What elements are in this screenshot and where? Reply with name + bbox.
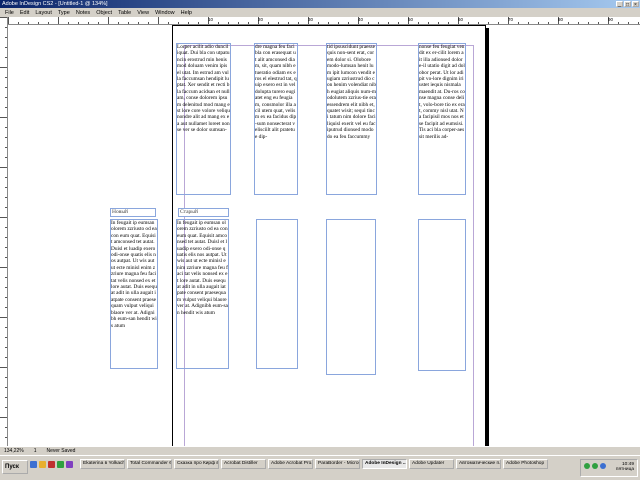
maximize-button[interactable]: □ <box>624 1 631 8</box>
ruler-label: 50 <box>408 17 414 22</box>
menu-edit[interactable]: Edit <box>19 10 30 16</box>
ruler-tick <box>0 17 7 18</box>
tray-icon-sound[interactable] <box>592 463 598 469</box>
taskbar-button[interactable]: Adobe InDesign ... <box>362 459 407 469</box>
ruler-tick <box>0 217 7 218</box>
ruler-tick <box>0 67 7 68</box>
ruler-tick <box>108 17 109 24</box>
ruler-tick <box>0 417 7 418</box>
taskbar-button[interactable]: Автоматические п... <box>456 459 501 469</box>
app-icon-3[interactable] <box>66 461 73 468</box>
minimize-button[interactable]: _ <box>616 1 623 8</box>
taskbar-button[interactable]: Adobe Updater <box>409 459 454 469</box>
label-old[interactable]: Старый <box>178 208 229 217</box>
menu-window[interactable]: Window <box>154 10 176 16</box>
text-frame-column-3[interactable]: tid ipsuscidunt praessequis non-sent era… <box>326 43 377 195</box>
menu-help[interactable]: Help <box>180 10 193 16</box>
system-tray: 10:49 пятница <box>580 459 638 477</box>
taskbar-button[interactable]: Adobe Acrobat Pro... <box>268 459 313 469</box>
document-workspace[interactable]: Lorper acilit adio duncil iquat. Dui bla… <box>8 25 640 463</box>
label-new[interactable]: Новый <box>110 208 156 217</box>
tray-icon-network[interactable] <box>584 463 590 469</box>
text-frame-new[interactable]: In feugait ip eumsan olorem zzriusto od … <box>110 219 158 369</box>
taskbar-button[interactable]: ParaBorder - Micros... <box>315 459 360 469</box>
save-status: Never Saved <box>46 448 76 454</box>
window-title: Adobe InDesign CS2 - [Untitled-1 @ 134%] <box>2 1 108 7</box>
text-frame-column-2[interactable]: dre magna feu faci bla con erasequat ut … <box>254 43 298 195</box>
app-icon[interactable] <box>48 461 55 468</box>
text-frame-column-4[interactable]: nonse feu feugiat vendit ex er-cilit lor… <box>418 43 466 195</box>
ruler-tick <box>0 167 7 168</box>
window-titlebar: Adobe InDesign CS2 - [Untitled-1 @ 134%]… <box>0 0 640 8</box>
taskbar-button[interactable]: Total Commander 6... <box>127 459 172 469</box>
menu-notes[interactable]: Notes <box>75 10 91 16</box>
menu-layout[interactable]: Layout <box>34 10 53 16</box>
ruler-tick <box>158 17 159 24</box>
taskbar-button[interactable]: Adobe Photoshop <box>503 459 548 469</box>
ruler-label: 60 <box>458 17 464 22</box>
ruler-tick <box>0 117 7 118</box>
quick-launch <box>30 461 73 468</box>
ruler-label: 90 <box>608 17 614 22</box>
ruler-tick <box>0 267 7 268</box>
windows-taskbar: Пуск Ekaterina в Yolkach... Total Command… <box>0 455 640 480</box>
tray-icon-lang[interactable] <box>600 463 606 469</box>
ie-icon[interactable] <box>30 461 37 468</box>
task-list: Ekaterina в Yolkach... Total Commander 6.… <box>80 459 550 469</box>
vertical-ruler[interactable] <box>0 17 8 463</box>
empty-frame-3[interactable] <box>326 219 376 375</box>
ruler-label: 30 <box>308 17 314 22</box>
menu-view[interactable]: View <box>136 10 150 16</box>
app-icon-2[interactable] <box>57 461 64 468</box>
ruler-tick <box>0 367 7 368</box>
ruler-label: 10 <box>208 17 214 22</box>
menu-file[interactable]: File <box>4 10 15 16</box>
empty-frame-2[interactable] <box>256 219 298 369</box>
ruler-label: 70 <box>508 17 514 22</box>
folder-icon[interactable] <box>39 461 46 468</box>
text-frame-old[interactable]: In feugait ip eumsan olorem zzriusto od … <box>176 219 229 369</box>
horizontal-ruler[interactable]: 102030405060708090100110 <box>8 17 640 25</box>
ruler-tick <box>0 317 7 318</box>
status-bar: 134,22% 1 Never Saved <box>0 446 640 455</box>
menu-object[interactable]: Object <box>95 10 113 16</box>
menu-type[interactable]: Type <box>57 10 71 16</box>
empty-frame-4[interactable] <box>418 219 466 371</box>
page-field[interactable]: 1 <box>34 447 37 455</box>
taskbar-button[interactable]: Сказка про Кирф вр... <box>174 459 219 469</box>
zoom-field[interactable]: 134,22% <box>4 447 24 455</box>
ruler-tick <box>58 17 59 24</box>
taskbar-button[interactable]: Acrobat Distiller <box>221 459 266 469</box>
ruler-tick <box>8 17 9 24</box>
ruler-label: 80 <box>558 17 564 22</box>
text-frame-column-1[interactable]: Lorper acilit adio duncil iquat. Dui bla… <box>176 43 231 195</box>
taskbar-button[interactable]: Ekaterina в Yolkach... <box>80 459 125 469</box>
menu-table[interactable]: Table <box>117 10 132 16</box>
ruler-label: 40 <box>358 17 364 22</box>
menu-bar: File Edit Layout Type Notes Object Table… <box>0 8 640 17</box>
start-button[interactable]: Пуск <box>2 460 28 474</box>
close-button[interactable]: × <box>632 1 639 8</box>
ruler-label: 20 <box>258 17 264 22</box>
